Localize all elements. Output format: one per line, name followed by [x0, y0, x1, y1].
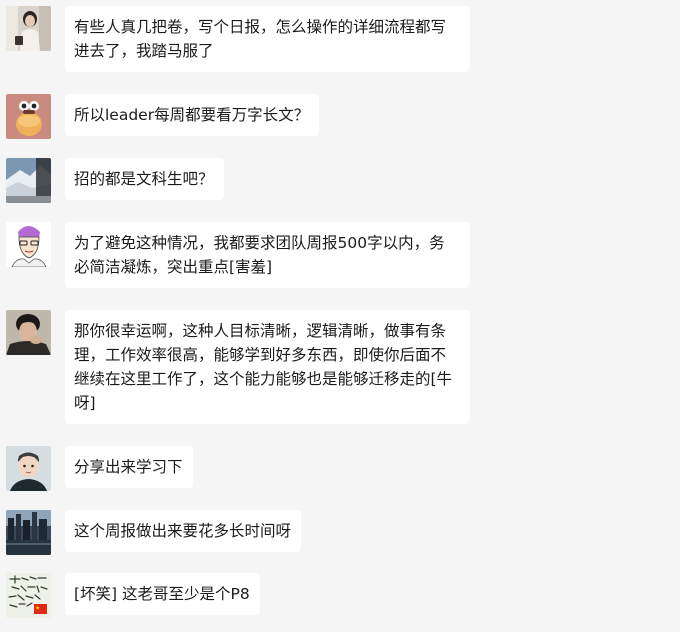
avatar-mountain-photo[interactable]: [6, 158, 51, 203]
message-text: 所以leader每周都要看万字长文？: [74, 106, 310, 124]
avatar-woman-portrait[interactable]: [6, 6, 51, 51]
message-text: 那你很幸运啊，这种人目标清晰，逻辑清晰，做事有条理，工作效率很高，能够学到好多东…: [74, 322, 453, 412]
message-text: [坏笑] 这老哥至少是个P8: [74, 585, 250, 603]
message-bubble: 为了避免这种情况，我都要求团队周报500字以内，务必简洁凝炼，突出重点[害羞]: [65, 222, 470, 288]
avatar-city-night-photo[interactable]: [6, 510, 51, 555]
message-text: 有些人真几把卷，写个日报，怎么操作的详细流程都写进去了，我踏马服了: [74, 18, 447, 60]
message-text: 分享出来学习下: [74, 458, 183, 476]
message-bubble: 那你很幸运啊，这种人目标清晰，逻辑清晰，做事有条理，工作效率很高，能够学到好多东…: [65, 310, 470, 424]
message-bubble: 招的都是文科生吧？: [65, 158, 224, 200]
message-bubble: 所以leader每周都要看万字长文？: [65, 94, 320, 136]
avatar-cartoon-man[interactable]: [6, 446, 51, 491]
message-bubble: [坏笑] 这老哥至少是个P8: [65, 573, 260, 615]
avatar-calligraphy-image[interactable]: [6, 573, 51, 618]
message-bubble: 有些人真几把卷，写个日报，怎么操作的详细流程都写进去了，我踏马服了: [65, 6, 470, 72]
message-text: 为了避免这种情况，我都要求团队周报500字以内，务必简洁凝炼，突出重点[害羞]: [74, 234, 445, 276]
message-text: 这个周报做出来要花多长时间呀: [74, 522, 292, 540]
chat-window: { "messages": [ { "avatar": "avatar-woma…: [0, 0, 680, 632]
avatar-person-photo[interactable]: [6, 310, 51, 355]
message-bubble: 分享出来学习下: [65, 446, 193, 488]
message-text: 招的都是文科生吧？: [74, 170, 214, 188]
avatar-cartoon-face[interactable]: [6, 222, 51, 267]
message-bubble: 这个周报做出来要花多长时间呀: [65, 510, 302, 552]
avatar-cartoon-character[interactable]: [6, 94, 51, 139]
